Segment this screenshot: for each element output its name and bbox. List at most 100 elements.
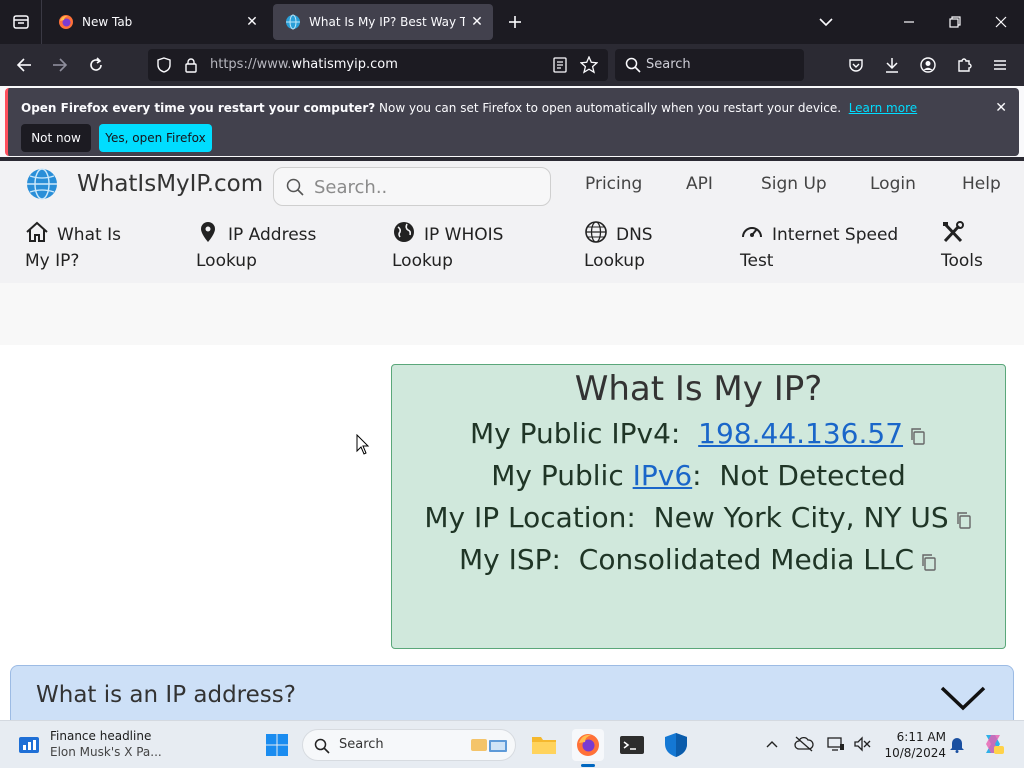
globe-logo-icon[interactable] <box>25 167 59 201</box>
cloud-off-icon <box>794 736 814 752</box>
search-icon <box>314 738 330 754</box>
yes-open-firefox-button[interactable]: Yes, open Firefox <box>99 124 212 152</box>
chevron-down-icon <box>940 686 986 711</box>
firefox-icon <box>59 15 73 29</box>
mainnav-internet-speed-test[interactable]: Internet Speed Test <box>740 221 898 274</box>
copy-icon[interactable] <box>920 553 938 571</box>
tab-manager-icon <box>12 15 29 29</box>
nav-pricing[interactable]: Pricing <box>585 174 642 194</box>
site-header: WhatIsMyIP.com Search.. Pricing API Sign… <box>0 161 1024 283</box>
tab-whatismyip[interactable]: What Is My IP? Best Way To Check Your Pu… <box>273 4 493 40</box>
arrow-right-icon <box>53 58 68 72</box>
tab-close-button[interactable]: ✕ <box>240 10 264 34</box>
ip-box-heading: What Is My IP? <box>574 369 823 409</box>
globe-icon <box>394 222 414 242</box>
tab-title: New Tab <box>82 15 133 29</box>
start-button[interactable] <box>261 729 293 761</box>
onedrive-tray[interactable] <box>793 733 815 755</box>
notifications-button[interactable] <box>946 733 968 755</box>
reader-view-icon[interactable] <box>552 57 568 73</box>
tab-new-tab[interactable]: New Tab ✕ <box>46 4 268 40</box>
nav-login[interactable]: Login <box>870 174 916 194</box>
minimize-button[interactable] <box>886 0 932 44</box>
browser-tab-bar: New Tab ✕ What Is My IP? Best Way To Che… <box>0 0 1024 44</box>
monitor-icon <box>827 737 844 751</box>
shield-icon <box>157 57 171 73</box>
mainnav-dns-lookup[interactable]: DNS Lookup <box>584 221 653 274</box>
extensions-button[interactable] <box>950 51 978 79</box>
site-search-placeholder: Search.. <box>314 177 388 198</box>
taskbar-defender[interactable] <box>660 729 692 761</box>
faq-question: What is an IP address? <box>36 682 296 708</box>
restore-button[interactable] <box>932 0 978 44</box>
account-icon <box>920 57 936 73</box>
clock-date: 10/8/2024 <box>884 746 946 760</box>
windows-logo-icon <box>266 734 288 756</box>
folder-icon <box>532 737 556 754</box>
finance-chart-icon <box>19 737 39 753</box>
list-all-tabs-button[interactable] <box>814 10 838 34</box>
taskbar-search-label: Search <box>339 737 384 752</box>
widget-text: Elon Musk's X Pa... <box>50 745 162 759</box>
taskbar-search-input[interactable]: Search <box>302 729 516 761</box>
show-hidden-icons-button[interactable] <box>761 733 783 755</box>
active-app-indicator <box>581 764 595 767</box>
address-bar[interactable]: https://www.whatismyip.com <box>148 49 608 81</box>
taskbar-clock[interactable]: 6:11 AM 10/8/2024 <box>882 729 946 761</box>
forward-button[interactable] <box>46 51 74 79</box>
news-widget[interactable]: Finance headline Elon Musk's X Pa... <box>18 728 168 762</box>
mainnav-ip-whois-lookup[interactable]: IP WHOIS Lookup <box>392 221 503 274</box>
menu-button[interactable] <box>986 51 1014 79</box>
tab-close-button[interactable]: ✕ <box>465 10 489 34</box>
not-now-button[interactable]: Not now <box>21 124 91 152</box>
site-search-input[interactable]: Search.. <box>273 167 551 206</box>
bookmark-star-icon[interactable] <box>580 56 598 74</box>
nav-sign-up[interactable]: Sign Up <box>761 174 827 194</box>
mouse-cursor-icon <box>356 434 370 455</box>
taskbar-firefox[interactable] <box>572 729 604 761</box>
mainnav-tools[interactable]: Tools <box>941 221 983 274</box>
pocket-button[interactable] <box>842 51 870 79</box>
tools-icon <box>943 221 964 243</box>
notification-message: Open Firefox every time you restart your… <box>21 101 918 115</box>
bell-icon <box>950 738 964 753</box>
taskbar-file-explorer[interactable] <box>528 729 560 761</box>
plus-icon <box>509 16 521 28</box>
new-tab-button[interactable] <box>503 10 527 34</box>
learn-more-link[interactable]: Learn more <box>849 101 917 115</box>
copy-icon[interactable] <box>909 427 927 445</box>
close-window-button[interactable] <box>978 0 1024 44</box>
nav-help[interactable]: Help <box>962 174 1001 194</box>
nav-api[interactable]: API <box>686 174 713 194</box>
downloads-button[interactable] <box>878 51 906 79</box>
taskbar-terminal[interactable] <box>616 729 648 761</box>
clock-time: 6:11 AM <box>896 730 946 744</box>
back-button[interactable] <box>10 51 38 79</box>
mainnav-ip-address-lookup[interactable]: IP Address Lookup <box>196 221 316 274</box>
location-value: New York City, NY US <box>653 501 949 534</box>
ipv6-row: My Public IPv6: Not Detected <box>491 459 906 492</box>
volume-tray[interactable] <box>851 733 873 755</box>
ipv6-link[interactable]: IPv6 <box>633 459 693 492</box>
browser-search-input[interactable]: Search <box>615 49 804 81</box>
site-logo-text[interactable]: WhatIsMyIP.com <box>77 171 263 197</box>
reload-button[interactable] <box>82 51 110 79</box>
firefox-icon <box>577 734 599 756</box>
isp-label: My ISP: <box>458 543 561 576</box>
copy-icon[interactable] <box>955 511 973 529</box>
account-button[interactable] <box>914 51 942 79</box>
tab-manager-button[interactable] <box>0 0 42 44</box>
isp-value: Consolidated Media LLC <box>578 543 915 576</box>
network-tray[interactable] <box>825 733 847 755</box>
faq-accordion-item[interactable]: What is an IP address? <box>10 665 1014 720</box>
chevron-up-icon <box>766 741 778 748</box>
notification-close-button[interactable]: ✕ <box>995 100 1007 116</box>
location-row: My IP Location: New York City, NY US <box>392 497 1005 539</box>
dns-globe-icon <box>585 221 607 243</box>
location-label: My IP Location: <box>424 501 636 534</box>
mainnav-what-is-my-ip[interactable]: What Is My IP? <box>25 221 121 274</box>
copilot-button[interactable] <box>980 731 1006 757</box>
ipv4-value-link[interactable]: 198.44.136.57 <box>698 417 903 450</box>
terminal-icon <box>620 736 644 754</box>
globe-favicon-icon <box>286 14 300 30</box>
